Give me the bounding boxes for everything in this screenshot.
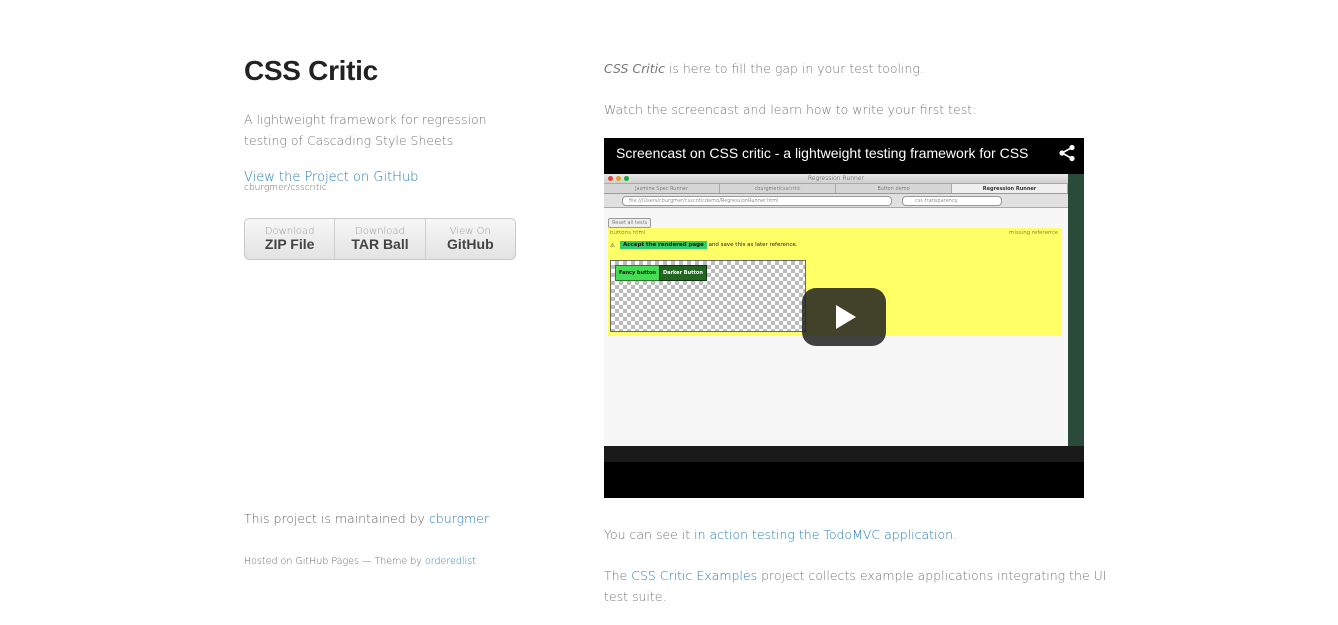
download-tar-button[interactable]: Download TAR Ball — [335, 219, 426, 259]
accept-row: Accept the rendered page and save this a… — [620, 241, 798, 249]
minimize-dot-icon — [616, 176, 621, 181]
intro-text: is here to fill the gap in your test too… — [664, 61, 924, 76]
maintainer-link[interactable]: cburgmer — [429, 511, 489, 526]
maintainer-prefix: This project is maintained by — [244, 511, 429, 526]
accept-note: and save this as later reference. — [708, 242, 798, 248]
browser-toolbar: file:///Users/cburgmer/csscriticdemo/Reg… — [604, 194, 1068, 208]
page-title: CSS Critic — [244, 55, 378, 86]
browser-search: css transparency — [902, 196, 1002, 206]
zoom-dot-icon — [624, 176, 629, 181]
intro-project-name: CSS Critic — [604, 61, 665, 76]
browser-tabs: Jasmine Spec Runner cburgmer/csscritic B… — [604, 184, 1068, 194]
sidebar: CSS Critic A lightweight framework for r… — [244, 55, 524, 260]
action-paragraph: You can see it in action testing the Tod… — [604, 524, 1114, 545]
tagline: A lightweight framework for regression t… — [244, 112, 487, 148]
intro-paragraph: CSS Critic is here to fill the gap in yo… — [604, 58, 1114, 79]
play-button-icon[interactable] — [802, 288, 886, 346]
reset-tests-button: Reset all tests — [608, 218, 652, 228]
todomvc-link[interactable]: in action testing the TodoMVC applicatio… — [694, 527, 953, 542]
fancy-button-preview: Fancy button — [615, 265, 660, 281]
rendered-page-preview: Fancy button Darker Button — [610, 260, 806, 332]
maintainer-note: This project is maintained by cburgmer — [244, 511, 489, 526]
browser-tab: cburgmer/csscritic — [720, 184, 836, 193]
darker-button-preview: Darker Button — [659, 265, 707, 281]
action-suffix: . — [953, 527, 958, 542]
video-player[interactable]: Regression Runner Jasmine Spec Runner cb… — [604, 138, 1084, 498]
missing-reference-label: missing reference — [1009, 230, 1058, 236]
download-zip-label: ZIP File — [264, 236, 315, 252]
examples-prefix: The — [604, 568, 632, 583]
action-prefix: You can see it — [604, 527, 695, 542]
hosted-prefix: Hosted on GitHub Pages — Theme by — [244, 556, 425, 567]
video-frame-bottom — [604, 446, 1084, 462]
hosted-note: Hosted on GitHub Pages — Theme by ordere… — [244, 556, 476, 567]
download-zip-button[interactable]: Download ZIP File — [245, 219, 336, 259]
browser-tab: Button demo — [836, 184, 952, 193]
theme-author-link[interactable]: orderedlist — [425, 556, 476, 567]
download-buttons: Download ZIP File Download TAR Ball View… — [244, 218, 516, 260]
test-file-name: buttons.html — [610, 230, 646, 236]
warning-icon: ⚠ — [610, 243, 615, 249]
window-titlebar: Regression Runner — [604, 174, 1068, 184]
window-controls — [608, 176, 629, 181]
main-content: CSS Critic is here to fill the gap in yo… — [604, 58, 1114, 120]
video-title[interactable]: Screencast on CSS critic - a lightweight… — [616, 145, 1028, 161]
watch-paragraph: Watch the screencast and learn how to wr… — [604, 102, 977, 117]
browser-tab: Jasmine Spec Runner — [604, 184, 720, 193]
video-frame-edge — [1068, 174, 1084, 462]
examples-paragraph: The CSS Critic Examples project collects… — [604, 565, 1114, 607]
accept-rendered-page-button: Accept the rendered page — [620, 241, 707, 249]
close-dot-icon — [608, 176, 613, 181]
browser-tab-active: Regression Runner — [952, 184, 1068, 193]
share-icon[interactable] — [1058, 144, 1076, 162]
window-title: Regression Runner — [808, 175, 864, 182]
view-on-github-label: GitHub — [446, 236, 494, 252]
download-tar-label: TAR Ball — [351, 236, 409, 252]
browser-url: file:///Users/cburgmer/csscriticdemo/Reg… — [622, 196, 892, 206]
examples-link[interactable]: CSS Critic Examples — [631, 568, 757, 583]
view-on-github-button[interactable]: View On GitHub — [426, 219, 515, 259]
